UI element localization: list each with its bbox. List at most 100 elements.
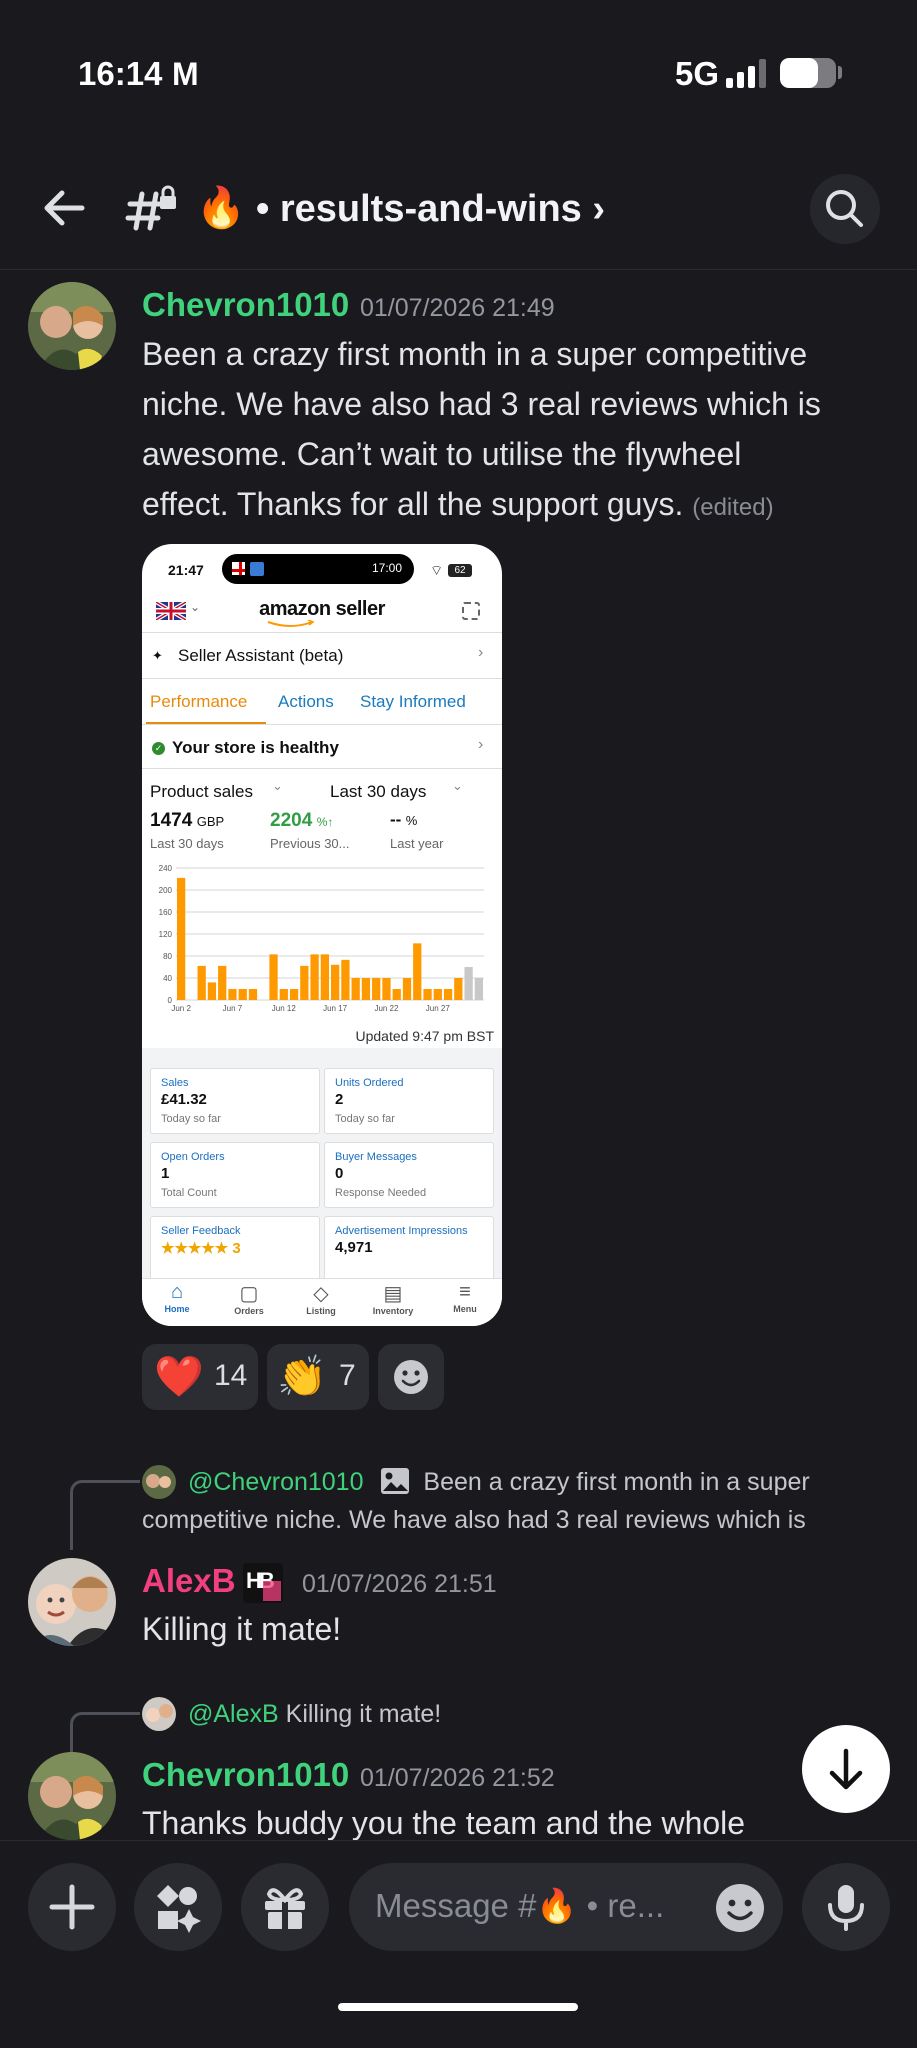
- card-value: 0: [335, 1165, 344, 1182]
- chart-bar: [433, 989, 442, 1000]
- reply-preview[interactable]: @AlexB Killing it mate!: [188, 1695, 441, 1733]
- chart-bar: [341, 959, 350, 1000]
- microphone-icon: [828, 1885, 864, 1931]
- avatar[interactable]: [28, 1558, 116, 1646]
- chart-bar: [443, 989, 453, 1000]
- phone-status-time: 21:47: [168, 562, 204, 578]
- avatar[interactable]: [28, 282, 116, 370]
- reply-text-line: Killing it mate!: [285, 1700, 442, 1728]
- nav-label: Orders: [234, 1306, 264, 1316]
- avatar[interactable]: [28, 1752, 116, 1840]
- chart-bar: [454, 978, 463, 1000]
- metric-card[interactable]: Units Ordered 2 Today so far: [324, 1068, 494, 1134]
- reply-connector: [70, 1480, 140, 1550]
- store-health[interactable]: Your store is healthy: [172, 738, 339, 758]
- card-value: 4,971: [335, 1239, 373, 1256]
- home-icon: ⌂: [170, 1281, 184, 1303]
- metric-card[interactable]: Sales £41.32 Today so far: [150, 1068, 320, 1134]
- message-text: Killing it mate!: [142, 1611, 342, 1647]
- wifi-icon: ⌔: [430, 562, 444, 578]
- message-line-last: effect. Thanks for all the support guys.…: [142, 479, 902, 533]
- apps-button[interactable]: [134, 1863, 222, 1951]
- metric-select[interactable]: Product sales: [150, 782, 253, 802]
- chart-bar: [228, 989, 237, 1000]
- card-title: Seller Feedback: [161, 1225, 241, 1237]
- emoji-picker-icon[interactable]: [715, 1883, 765, 1933]
- message-line: Been a crazy first month in a super comp…: [142, 336, 808, 372]
- metric-card[interactable]: Buyer Messages 0 Response Needed: [324, 1142, 494, 1208]
- period-select[interactable]: Last 30 days: [330, 782, 426, 802]
- back-arrow-icon[interactable]: [36, 180, 92, 236]
- username[interactable]: Chevron1010: [142, 1756, 349, 1794]
- nav-label: Home: [164, 1304, 190, 1314]
- orders-nav[interactable]: ▢ Orders: [226, 1281, 272, 1316]
- x-tick-label: Jun 17: [323, 1004, 348, 1013]
- chart-bar: [238, 989, 247, 1000]
- message-input[interactable]: Message #🔥 • re...: [349, 1863, 783, 1951]
- card-sub: Today so far: [335, 1113, 395, 1125]
- channel-title[interactable]: • results-and-wins ›: [256, 188, 605, 231]
- reaction-clap[interactable]: 👏 7: [267, 1344, 369, 1410]
- chart-bar: [392, 989, 401, 1000]
- menu-nav[interactable]: ≡ Menu: [442, 1281, 488, 1314]
- divider: [142, 678, 502, 679]
- voice-message-button[interactable]: [802, 1863, 890, 1951]
- reaction-count: 14: [214, 1359, 248, 1392]
- message-text: Been a crazy first month in a super comp…: [142, 329, 902, 533]
- divider: [142, 724, 502, 725]
- orders-icon: ▢: [239, 1283, 259, 1305]
- reply-text-line: competitive niche. We have also had 3 re…: [142, 1506, 806, 1534]
- inventory-nav[interactable]: ▤ Inventory: [368, 1281, 418, 1316]
- metric-card[interactable]: Advertisement Impressions 4,971: [324, 1216, 494, 1282]
- chart-bar: [361, 978, 371, 1000]
- home-nav[interactable]: ⌂ Home: [154, 1281, 200, 1314]
- listing-nav[interactable]: ◇ Listing: [298, 1281, 344, 1316]
- chart-bar: [320, 954, 329, 1000]
- chart-bar: [218, 965, 227, 1000]
- search-button[interactable]: [810, 174, 880, 244]
- y-tick-label: 200: [159, 886, 173, 895]
- smiley-icon: [394, 1360, 428, 1394]
- stat-label: Last 30 days: [150, 836, 224, 851]
- sales-bar-chart: 04080120160200240Jun 2 Jun 7 Jun 12 Jun 17 J…: [159, 864, 484, 1013]
- chart-bar: [207, 982, 217, 1000]
- gift-button[interactable]: [241, 1863, 329, 1951]
- jump-to-present-button[interactable]: [802, 1725, 890, 1813]
- menu-icon: ≡: [459, 1281, 471, 1303]
- stat-value: -- %: [390, 810, 418, 829]
- nav-label: Menu: [453, 1304, 477, 1314]
- tab-performance[interactable]: Performance: [150, 692, 247, 712]
- gmail-notification-icon: M: [172, 56, 199, 92]
- message-placeholder: Message #🔥 • re...: [375, 1887, 665, 1924]
- metric-card[interactable]: Seller Feedback ★★★★★ 3: [150, 1216, 320, 1282]
- seller-assistant-link[interactable]: Seller Assistant (beta): [178, 646, 343, 666]
- metric-card[interactable]: Open Orders 1 Total Count: [150, 1142, 320, 1208]
- edited-label: (edited): [692, 494, 774, 521]
- attach-button[interactable]: [28, 1863, 116, 1951]
- x-tick-label: Jun 2: [171, 1004, 191, 1013]
- username[interactable]: AlexB: [142, 1562, 236, 1600]
- apps-icon: [157, 1885, 201, 1933]
- add-reaction-button[interactable]: [378, 1344, 444, 1410]
- reply-preview[interactable]: @Chevron1010 Been a crazy first month in…: [142, 1463, 842, 1539]
- heart-emoji: ❤️: [154, 1355, 204, 1399]
- y-tick-label: 80: [163, 952, 172, 961]
- tab-stay-informed[interactable]: Stay Informed: [360, 692, 466, 712]
- stat-label: Previous 30...: [270, 836, 350, 851]
- scan-icon[interactable]: [462, 602, 480, 620]
- chevron-right-icon: ›: [478, 644, 484, 661]
- gift-icon: [265, 1888, 305, 1929]
- username[interactable]: Chevron1010: [142, 286, 349, 324]
- check-icon: ✓: [152, 742, 165, 755]
- channel-header: 🔥 • results-and-wins ›: [0, 150, 917, 270]
- signal-icon: [726, 58, 766, 88]
- message-line: awesome. Can’t wait to utilise the flywh…: [142, 436, 742, 472]
- amazon-smile: [267, 620, 315, 627]
- y-tick-label: 240: [159, 864, 173, 873]
- chart-bar: [423, 989, 432, 1000]
- server-tag-badge: HB: [243, 1563, 283, 1603]
- phone-battery: 62: [448, 564, 472, 577]
- image-attachment[interactable]: 21:47 17:00 ⌔ 62 ⌄ amazon seller ✦ Selle…: [142, 544, 502, 1326]
- reaction-heart[interactable]: ❤️ 14: [142, 1344, 258, 1410]
- tab-actions[interactable]: Actions: [278, 692, 334, 712]
